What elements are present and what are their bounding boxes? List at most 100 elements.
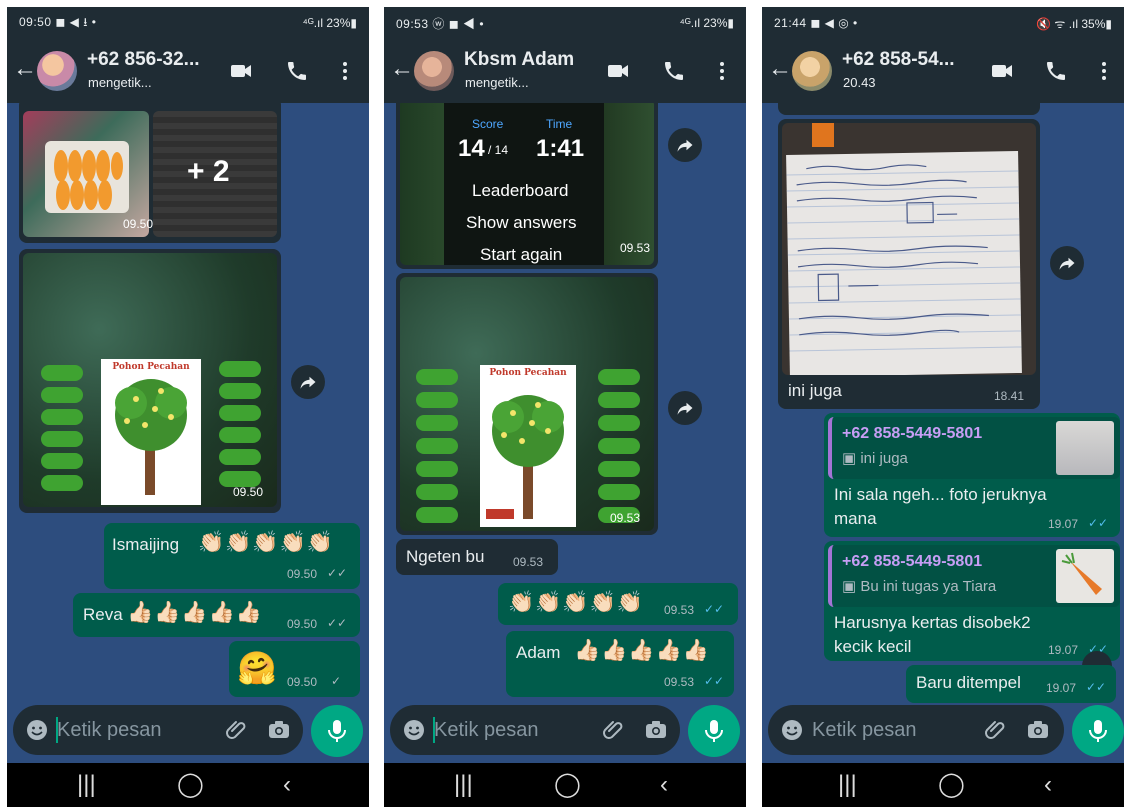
more-vert-icon[interactable] (1092, 59, 1116, 83)
message-input[interactable]: Ketik pesan (390, 705, 680, 755)
quoted-sender: +62 858-5449-5801 (842, 425, 983, 442)
home-icon[interactable]: ◯ (554, 769, 581, 801)
sent-tick-icon: ✓ (331, 674, 342, 688)
album-photo-more[interactable]: + 2 (153, 111, 277, 237)
read-tick-icon: ✓✓ (704, 674, 725, 688)
quiz-show-answers: Show answers (466, 213, 577, 232)
message-time: 09.50 (233, 485, 264, 499)
message-list[interactable]: Score Time 14 / 14 1:41 Leaderboard Show… (384, 103, 746, 707)
video-call-icon[interactable] (990, 59, 1014, 83)
message-emojis: 👍🏻👍🏻👍🏻👍🏻👍🏻 (127, 601, 263, 624)
camera-icon[interactable] (644, 718, 668, 742)
attach-icon[interactable] (602, 718, 626, 742)
message-emojis: 👏🏻👏🏻👏🏻👏🏻👏🏻 (198, 531, 334, 554)
emoji-icon[interactable] (402, 718, 426, 742)
recents-icon[interactable]: ||| (454, 769, 473, 801)
fraction-tree-poster[interactable]: Pohon Pecahan (23, 253, 277, 507)
more-vert-icon[interactable] (333, 59, 357, 83)
message-time: 19.07 (1046, 681, 1077, 695)
outgoing-message[interactable]: Baru ditempel 19.07 ✓✓ (906, 665, 1116, 703)
notebook-photo[interactable] (782, 123, 1036, 375)
chat-title[interactable]: Kbsm Adam (464, 49, 574, 71)
quoted-message[interactable]: +62 858-5449-5801 ▣ ini juga (828, 417, 1120, 479)
reply-message[interactable]: +62 858-5449-5801 ▣ ini juga Ini sala ng… (824, 413, 1120, 537)
quoted-thumbnail (1056, 421, 1114, 475)
emoji-icon[interactable] (780, 718, 804, 742)
composer: Ketik pesan (384, 705, 746, 763)
outgoing-message[interactable]: Reva 👍🏻👍🏻👍🏻👍🏻👍🏻 09.50 ✓✓ (73, 593, 360, 637)
avatar[interactable] (37, 51, 77, 91)
quiz-time-label: Time (546, 117, 573, 131)
incoming-message[interactable]: Ngeten bu 09.53 (396, 539, 558, 575)
message-list[interactable]: + 2 09.50 Pohon Pecahan 09.50 Ismaijing … (7, 103, 369, 707)
outgoing-message[interactable]: Adam 👍🏻👍🏻👍🏻👍🏻👍🏻 09.53 ✓✓ (506, 631, 734, 697)
forward-icon[interactable] (668, 391, 702, 425)
back-arrow-icon[interactable]: ← (13, 55, 37, 83)
attach-icon[interactable] (225, 718, 249, 742)
status-bar: 21:44 ◼ ◀ ◎ • 🔇 ᯤ .ıl 35%▮ (762, 7, 1124, 39)
back-nav-icon[interactable]: ‹ (283, 769, 291, 801)
quiz-score-total: / 14 (488, 143, 509, 157)
camera-icon[interactable] (1026, 718, 1050, 742)
message-list[interactable]: ini juga 18.41 +62 858-5449-5801 ▣ ini j… (762, 103, 1124, 707)
quiz-start-again: Start again (480, 245, 563, 264)
notebook-image-bubble[interactable]: ini juga 18.41 (778, 119, 1040, 409)
poster-image-bubble[interactable]: Pohon Pecahan (19, 249, 281, 513)
back-arrow-icon[interactable]: ← (390, 55, 414, 83)
chat-title[interactable]: +62 858-54... (842, 49, 955, 71)
more-vert-icon[interactable] (710, 59, 734, 83)
mic-button[interactable] (311, 705, 363, 757)
phone-call-icon[interactable] (1044, 59, 1068, 83)
quoted-text: ▣ Bu ini tugas ya Tiara (842, 577, 996, 595)
composer: Ketik pesan (762, 705, 1124, 763)
recents-icon[interactable]: ||| (77, 769, 96, 801)
outgoing-message[interactable]: Ismaijing 👏🏻👏🏻👏🏻👏🏻👏🏻 09.50 ✓✓ (104, 523, 360, 589)
mic-icon (705, 720, 723, 742)
video-call-icon[interactable] (229, 59, 253, 83)
status-time: 09:53 ⓦ ◼ ◀ • (396, 16, 485, 31)
forward-icon[interactable] (291, 365, 325, 399)
forward-icon[interactable] (668, 128, 702, 162)
back-arrow-icon[interactable]: ← (768, 55, 792, 83)
avatar[interactable] (414, 51, 454, 91)
status-indicators: ⁴ᴳ.ıl 23%▮ (302, 16, 357, 30)
photo-icon: ▣ (842, 450, 861, 467)
fraction-tree-poster[interactable]: Pohon Pecahan (400, 277, 654, 531)
video-call-icon[interactable] (606, 59, 630, 83)
message-time: 19.07 (1048, 643, 1079, 657)
avatar[interactable] (792, 51, 832, 91)
attach-icon[interactable] (984, 718, 1008, 742)
input-placeholder: Ketik pesan (812, 719, 917, 741)
image-album-bubble[interactable]: + 2 09.50 (19, 103, 281, 243)
message-time: 09.50 (287, 567, 318, 581)
back-nav-icon[interactable]: ‹ (660, 769, 668, 801)
message-text: Reva (83, 605, 123, 624)
message-input[interactable]: Ketik pesan (768, 705, 1064, 755)
phone-call-icon[interactable] (662, 59, 686, 83)
recents-icon[interactable]: ||| (838, 769, 857, 801)
quiz-result-image[interactable]: Score Time 14 / 14 1:41 Leaderboard Show… (400, 103, 654, 265)
phone-call-icon[interactable] (285, 59, 309, 83)
emoji-icon[interactable] (25, 718, 49, 742)
quiz-leaderboard: Leaderboard (472, 181, 569, 200)
poster-image-bubble[interactable]: Pohon Pecahan (396, 273, 658, 535)
home-icon[interactable]: ◯ (938, 769, 965, 801)
home-icon[interactable]: ◯ (177, 769, 204, 801)
sent-tick-icon: ✓✓ (327, 616, 348, 630)
camera-icon[interactable] (267, 718, 291, 742)
forward-icon[interactable] (1050, 246, 1084, 280)
message-input[interactable]: Ketik pesan (13, 705, 303, 755)
outgoing-message[interactable]: 👏🏻👏🏻👏🏻👏🏻👏🏻 09.53 ✓✓ (498, 583, 738, 625)
message-time: 19.07 (1048, 517, 1079, 531)
reply-message[interactable]: +62 858-5449-5801 ▣ Bu ini tugas ya Tiar… (824, 541, 1120, 661)
mic-button[interactable] (688, 705, 740, 757)
outgoing-message[interactable]: 🤗 09.50 ✓ (229, 641, 360, 697)
quiz-result-image-bubble[interactable]: Score Time 14 / 14 1:41 Leaderboard Show… (396, 103, 658, 269)
message-time: 09.50 (287, 617, 318, 631)
album-more-count: + 2 (187, 155, 230, 188)
chat-title[interactable]: +62 856-32... (87, 49, 200, 71)
chat-header: ← +62 858-54... 20.43 (762, 39, 1124, 103)
back-nav-icon[interactable]: ‹ (1044, 769, 1052, 801)
quoted-message[interactable]: +62 858-5449-5801 ▣ Bu ini tugas ya Tiar… (828, 545, 1120, 607)
mic-button[interactable] (1072, 705, 1124, 757)
